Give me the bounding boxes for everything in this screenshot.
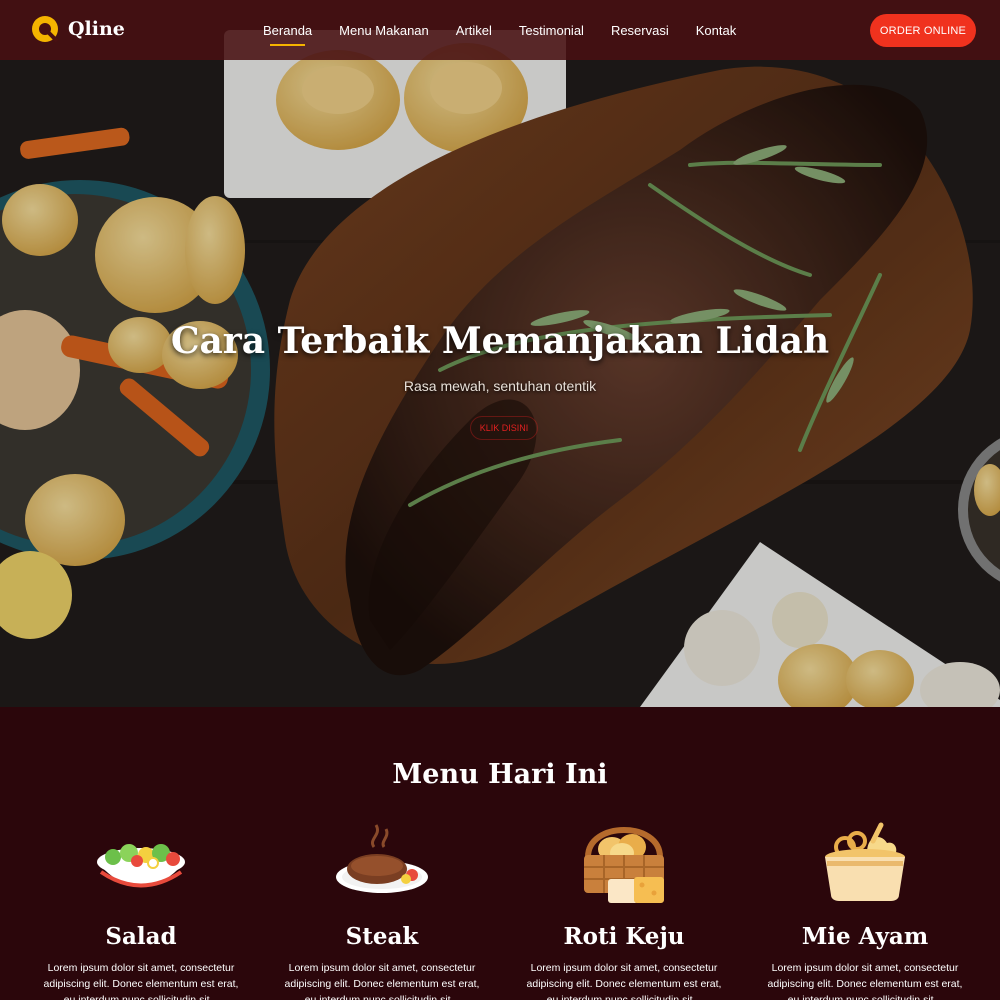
menu-card-steak[interactable]: Steak Lorem ipsum dolor sit amet, consec…	[277, 817, 487, 1000]
menu-item-description: Lorem ipsum dolor sit amet, consectetur …	[43, 962, 239, 1000]
nav-item-menu-makanan[interactable]: Menu Makanan	[339, 23, 429, 38]
menu-item-description: Lorem ipsum dolor sit amet, consectetur …	[767, 962, 963, 1000]
hero-section: Qline Beranda Menu Makanan Artikel Testi…	[0, 0, 1000, 707]
menu-section: Menu Hari Ini Salad Lorem ipsum dolor si…	[0, 707, 1000, 1000]
brand-logo[interactable]: Qline	[30, 14, 125, 44]
nav-item-kontak[interactable]: Kontak	[696, 23, 736, 38]
menu-card-salad[interactable]: Salad Lorem ipsum dolor sit amet, consec…	[36, 817, 246, 1000]
bread-basket-icon	[584, 827, 664, 903]
steak-plate-icon	[336, 824, 428, 893]
menu-item-name: Salad	[105, 923, 177, 950]
salad-bowl-icon	[97, 844, 185, 888]
q-logo-icon	[32, 16, 59, 43]
menu-item-name: Roti Keju	[563, 923, 685, 950]
menu-item-name: Mie Ayam	[801, 923, 929, 950]
hero-subtitle: Rasa mewah, sentuhan otentik	[403, 378, 597, 394]
menu-card-mie-ayam[interactable]: Mie Ayam Lorem ipsum dolor sit amet, con…	[760, 817, 970, 1000]
nav-item-artikel[interactable]: Artikel	[456, 23, 492, 38]
noodle-bowl-icon	[825, 822, 905, 901]
nav-item-beranda[interactable]: Beranda	[263, 23, 312, 46]
brand-name: Qline	[68, 18, 125, 40]
menu-section-title: Menu Hari Ini	[392, 759, 608, 790]
nav-item-reservasi[interactable]: Reservasi	[611, 23, 669, 38]
main-nav: Beranda Menu Makanan Artikel Testimonial…	[263, 0, 763, 60]
navbar: Qline Beranda Menu Makanan Artikel Testi…	[0, 0, 1000, 60]
menu-item-name: Steak	[345, 923, 419, 950]
hero-cta-button[interactable]: KLIK DISINI	[470, 416, 538, 440]
order-online-button[interactable]: ORDER ONLINE	[870, 14, 976, 47]
menu-item-description: Lorem ipsum dolor sit amet, consectetur …	[284, 962, 480, 1000]
menu-item-description: Lorem ipsum dolor sit amet, consectetur …	[526, 962, 722, 1000]
hero-title: Cara Terbaik Memanjakan Lidah	[170, 320, 830, 362]
nav-item-testimonial[interactable]: Testimonial	[519, 23, 584, 38]
menu-card-roti-keju[interactable]: Roti Keju Lorem ipsum dolor sit amet, co…	[519, 817, 729, 1000]
